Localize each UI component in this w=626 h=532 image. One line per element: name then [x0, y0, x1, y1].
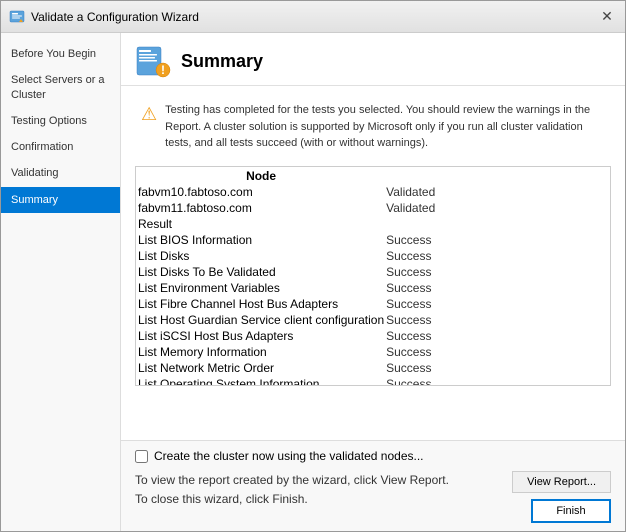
table-row: List Network Metric OrderSuccess — [138, 361, 486, 375]
table-row: fabvm10.fabtoso.comValidated — [138, 185, 486, 199]
node-status: Validated — [386, 185, 486, 199]
svg-text:!: ! — [161, 63, 165, 77]
result-name: List Disks — [138, 249, 384, 263]
result-status: Success — [386, 313, 486, 327]
window-title: Validate a Configuration Wizard — [31, 10, 199, 24]
col-node-header: Node — [138, 169, 384, 183]
result-status: Success — [386, 281, 486, 295]
table-row: List BIOS InformationSuccess — [138, 233, 486, 247]
main-header: ! Summary — [121, 33, 625, 86]
close-button[interactable]: ✕ — [597, 7, 617, 27]
result-name: List BIOS Information — [138, 233, 384, 247]
results-scroll-area[interactable]: Node fabvm10.fabtoso.comValidatedfabvm11… — [135, 166, 611, 386]
results-table: Node fabvm10.fabtoso.comValidatedfabvm11… — [136, 167, 488, 386]
result-status: Success — [386, 233, 486, 247]
sidebar-item-testing-options[interactable]: Testing Options — [1, 108, 120, 134]
title-bar-left: Validate a Configuration Wizard — [9, 9, 199, 25]
sidebar-item-select-servers[interactable]: Select Servers or a Cluster — [1, 67, 120, 108]
sidebar-item-confirmation[interactable]: Confirmation — [1, 134, 120, 160]
result-status: Success — [386, 345, 486, 359]
main-body: ⚠ Testing has completed for the tests yo… — [121, 86, 625, 440]
result-status: Success — [386, 377, 486, 386]
sidebar-item-before-you-begin[interactable]: Before You Begin — [1, 41, 120, 67]
warning-text: Testing has completed for the tests you … — [165, 102, 605, 152]
table-row: List Environment VariablesSuccess — [138, 281, 486, 295]
footer-buttons: View Report... Finish — [512, 471, 611, 523]
result-status: Success — [386, 361, 486, 375]
result-name: List Environment Variables — [138, 281, 384, 295]
page-title: Summary — [181, 51, 263, 72]
summary-icon: ! — [135, 43, 171, 79]
result-status: Success — [386, 329, 486, 343]
wizard-icon — [9, 9, 25, 25]
result-header-cell: Result — [138, 217, 486, 231]
result-name: List Disks To Be Validated — [138, 265, 384, 279]
node-status: Validated — [386, 201, 486, 215]
footer-bottom: To view the report created by the wizard… — [135, 471, 611, 523]
warning-box: ⚠ Testing has completed for the tests yo… — [135, 96, 611, 158]
result-name: List Network Metric Order — [138, 361, 384, 375]
wizard-window: Validate a Configuration Wizard ✕ Before… — [0, 0, 626, 532]
footer: Create the cluster now using the validat… — [121, 440, 625, 531]
create-cluster-label[interactable]: Create the cluster now using the validat… — [154, 449, 424, 463]
result-name: List Memory Information — [138, 345, 384, 359]
result-name: List Host Guardian Service client config… — [138, 313, 384, 327]
title-bar: Validate a Configuration Wizard ✕ — [1, 1, 625, 33]
sidebar-item-validating[interactable]: Validating — [1, 160, 120, 186]
finish-button[interactable]: Finish — [531, 499, 611, 523]
footer-info-line1: To view the report created by the wizard… — [135, 471, 449, 490]
sidebar: Before You BeginSelect Servers or a Clus… — [1, 33, 121, 531]
table-row: List Disks To Be ValidatedSuccess — [138, 265, 486, 279]
result-status: Success — [386, 265, 486, 279]
footer-info-line2: To close this wizard, click Finish. — [135, 490, 449, 509]
main-panel: ! Summary ⚠ Testing has completed for th… — [121, 33, 625, 531]
checkbox-row: Create the cluster now using the validat… — [135, 449, 611, 463]
node-name: fabvm10.fabtoso.com — [138, 185, 384, 199]
warning-icon: ⚠ — [141, 104, 157, 125]
sidebar-item-summary[interactable]: Summary — [1, 187, 120, 213]
table-row: List Host Guardian Service client config… — [138, 313, 486, 327]
result-status: Success — [386, 249, 486, 263]
result-status: Success — [386, 297, 486, 311]
result-section-header: Result — [138, 217, 486, 231]
table-row: List Memory InformationSuccess — [138, 345, 486, 359]
result-name: List Fibre Channel Host Bus Adapters — [138, 297, 384, 311]
table-row: fabvm11.fabtoso.comValidated — [138, 201, 486, 215]
result-name: List iSCSI Host Bus Adapters — [138, 329, 384, 343]
table-row: List iSCSI Host Bus AdaptersSuccess — [138, 329, 486, 343]
node-name: fabvm11.fabtoso.com — [138, 201, 384, 215]
content-area: Before You BeginSelect Servers or a Clus… — [1, 33, 625, 531]
table-row: List Fibre Channel Host Bus AdaptersSucc… — [138, 297, 486, 311]
table-row: List DisksSuccess — [138, 249, 486, 263]
col-status-header — [386, 169, 486, 183]
view-report-button[interactable]: View Report... — [512, 471, 611, 493]
footer-info: To view the report created by the wizard… — [135, 471, 449, 509]
table-row: List Operating System InformationSuccess — [138, 377, 486, 386]
result-name: List Operating System Information — [138, 377, 384, 386]
create-cluster-checkbox[interactable] — [135, 450, 148, 463]
